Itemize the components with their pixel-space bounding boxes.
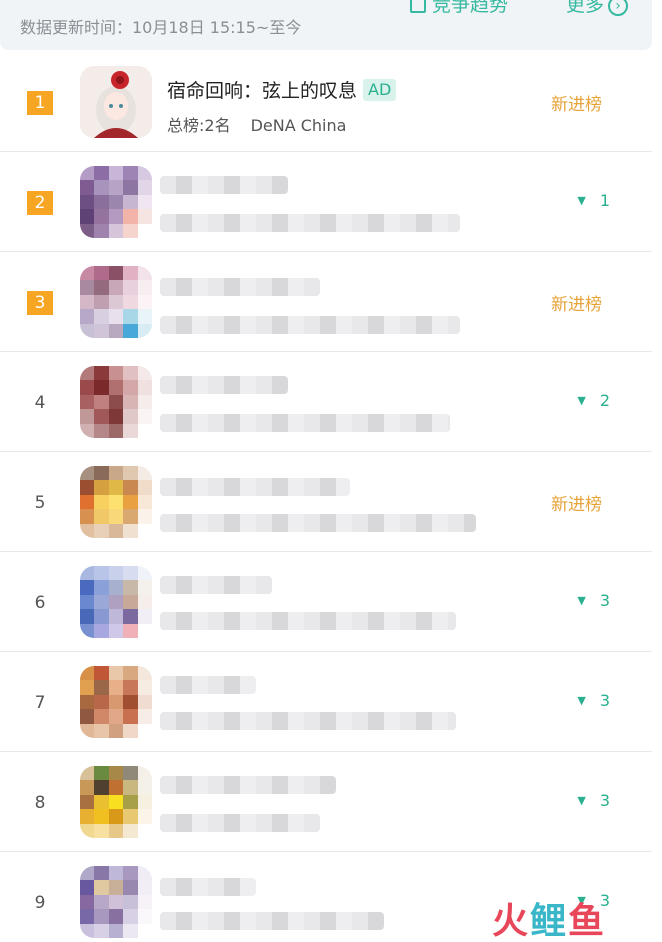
- trend-label: 竞争趋势: [432, 0, 509, 16]
- blurred-text: [160, 316, 460, 334]
- ranking-list: 1 宿命回响：弦上的叹息 AD 总榜:2名 DeNA China 新进榜 2 ▼…: [0, 52, 652, 942]
- more-label: 更多: [566, 0, 605, 16]
- trend-link[interactable]: 竞争趋势: [410, 0, 508, 17]
- app-icon[interactable]: [80, 666, 152, 738]
- list-item[interactable]: 5 新进榜: [0, 452, 652, 552]
- app-icon[interactable]: [80, 366, 152, 438]
- more-link[interactable]: 更多 ›: [566, 0, 629, 17]
- top-bar: 数据更新时间：10月18日 15:15~至今 竞争趋势 更多 ›: [0, 0, 652, 50]
- blurred-text: [160, 376, 288, 394]
- blurred-text: [160, 776, 336, 794]
- rank-change: ▼ 3: [577, 691, 610, 710]
- blurred-text: [160, 214, 460, 232]
- app-icon[interactable]: [80, 166, 152, 238]
- blurred-text: [160, 514, 476, 532]
- rank-number: 4: [34, 393, 46, 413]
- list-item[interactable]: 3 新进榜: [0, 252, 652, 352]
- ad-badge: AD: [363, 79, 397, 101]
- rank-change: ▼ 1: [577, 191, 610, 210]
- arrow-down-icon: ▼: [577, 794, 586, 807]
- app-icon[interactable]: [80, 66, 152, 138]
- rank-change: ▼ 2: [577, 391, 610, 410]
- rank-number: 7: [34, 693, 46, 713]
- app-name[interactable]: 宿命回响：弦上的叹息 AD: [167, 76, 397, 103]
- blurred-text: [160, 712, 456, 730]
- blurred-text: [160, 414, 450, 432]
- trend-icon: [410, 0, 426, 13]
- rank-badge: 2: [27, 191, 53, 215]
- blurred-text: [160, 176, 288, 194]
- blurred-text: [160, 676, 256, 694]
- blurred-text: [160, 878, 256, 896]
- app-icon[interactable]: [80, 866, 152, 938]
- rank-badge: 1: [27, 91, 53, 115]
- developer-name: DeNA China: [250, 116, 347, 135]
- arrow-down-icon: ▼: [577, 694, 586, 707]
- rank-badge: 3: [27, 291, 53, 315]
- rank-number: 5: [34, 493, 46, 513]
- new-entry-status: 新进榜: [551, 495, 602, 515]
- rank-number: 8: [34, 793, 46, 813]
- rank-change: ▼ 3: [577, 591, 610, 610]
- blurred-text: [160, 912, 384, 930]
- new-entry-status: 新进榜: [551, 95, 602, 115]
- blurred-text: [160, 278, 320, 296]
- rank-change: ▼ 3: [577, 791, 610, 810]
- list-item[interactable]: 8 ▼ 3: [0, 752, 652, 852]
- list-item[interactable]: 1 宿命回响：弦上的叹息 AD 总榜:2名 DeNA China 新进榜: [0, 52, 652, 152]
- app-meta: 总榜:2名 DeNA China: [167, 116, 347, 135]
- blurred-text: [160, 576, 272, 594]
- watermark-logo: 火鲤鱼: [492, 901, 607, 942]
- list-item[interactable]: 6 ▼ 3: [0, 552, 652, 652]
- rank-number: 9: [34, 893, 46, 913]
- app-icon[interactable]: [80, 766, 152, 838]
- arrow-down-icon: ▼: [577, 394, 586, 407]
- blurred-text: [160, 478, 350, 496]
- arrow-down-icon: ▼: [577, 194, 586, 207]
- app-icon[interactable]: [80, 566, 152, 638]
- update-time: 数据更新时间：10月18日 15:15~至今: [20, 18, 302, 37]
- list-item[interactable]: 4 ▼ 2: [0, 352, 652, 452]
- new-entry-status: 新进榜: [551, 295, 602, 315]
- blurred-text: [160, 814, 320, 832]
- arrow-down-icon: ▼: [577, 594, 586, 607]
- chevron-right-icon: ›: [608, 0, 629, 16]
- app-icon[interactable]: [80, 266, 152, 338]
- app-icon[interactable]: [80, 466, 152, 538]
- blurred-text: [160, 612, 456, 630]
- rank-number: 6: [34, 593, 46, 613]
- list-item[interactable]: 2 ▼ 1: [0, 152, 652, 252]
- list-item[interactable]: 7 ▼ 3: [0, 652, 652, 752]
